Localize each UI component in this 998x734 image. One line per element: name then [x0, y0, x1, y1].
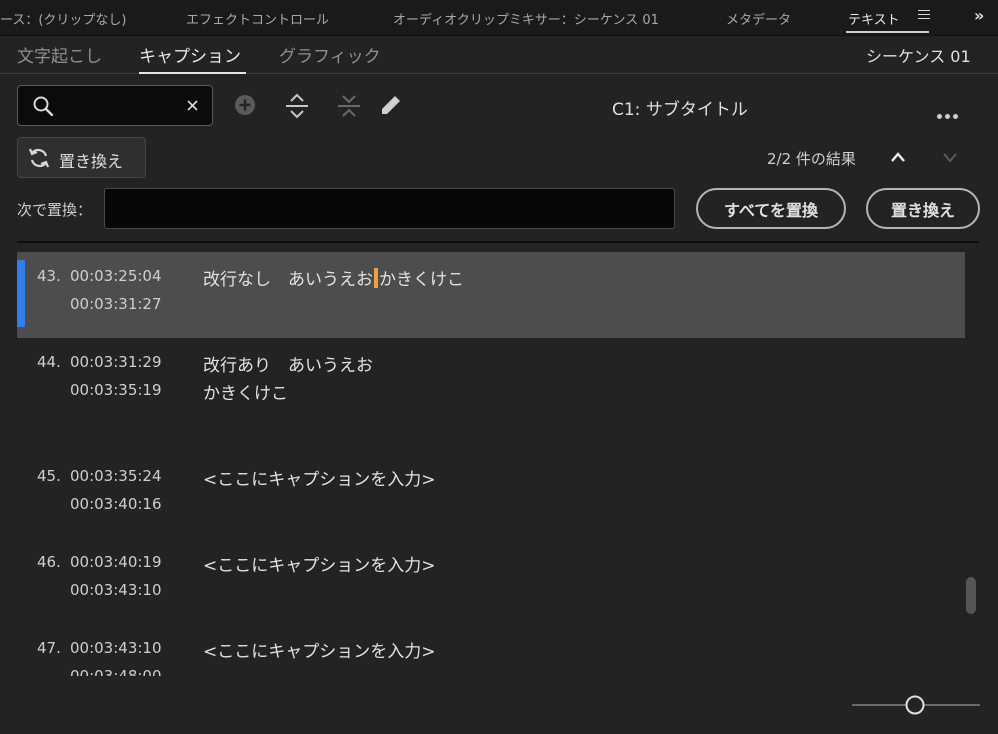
panel-tab-bar: ース：(クリップなし) エフェクトコントロール オーディオクリップミキサー：シー…: [0, 0, 998, 36]
caption-text-before-cursor: 改行なし あいうえお: [203, 270, 373, 290]
tab-text[interactable]: テキスト: [848, 9, 900, 28]
clear-icon[interactable]: [187, 100, 198, 111]
caption-number: 45.: [37, 467, 61, 485]
refresh-icon: [28, 148, 50, 168]
caption-out-time[interactable]: 00:03:35:19: [70, 381, 162, 399]
edit-pencil-icon[interactable]: [380, 94, 402, 116]
replace-with-input[interactable]: [104, 188, 675, 229]
replace-with-label: 次で置換：: [17, 201, 93, 219]
toggle-replace-label: 置き換え: [59, 152, 124, 171]
caption-in-time[interactable]: 00:03:43:10: [70, 639, 162, 657]
caption-in-time[interactable]: 00:03:35:24: [70, 467, 162, 485]
overflow-chevron-icon[interactable]: »: [974, 6, 984, 25]
merge-captions-icon[interactable]: [337, 93, 361, 119]
sequence-name: シーケンス 01: [866, 47, 971, 66]
caption-row-43[interactable]: 43. 00:03:25:04 00:03:31:27 改行なし あいうえお かき…: [17, 252, 965, 338]
active-tab-indicator: [846, 31, 929, 33]
active-subtab-indicator: [139, 72, 246, 74]
caption-text[interactable]: 改行あり あいうえお: [203, 351, 373, 376]
caption-in-time[interactable]: 00:03:31:29: [70, 353, 162, 371]
caption-out-time[interactable]: 00:03:40:16: [70, 495, 162, 513]
next-result-chevron-icon[interactable]: [943, 153, 957, 163]
caption-text[interactable]: <ここにキャプションを入力>: [203, 637, 436, 662]
caption-list: 43. 00:03:25:04 00:03:31:27 改行なし あいうえお かき…: [0, 252, 998, 676]
tab-graphics[interactable]: グラフィック: [279, 42, 381, 67]
caption-text[interactable]: <ここにキャプションを入力>: [203, 551, 436, 576]
caption-row-45[interactable]: 45. 00:03:35:24 00:03:40:16 <ここにキャプションを入…: [17, 452, 965, 538]
caption-track-label[interactable]: C1: サブタイトル: [612, 95, 748, 120]
more-options-icon[interactable]: [937, 104, 961, 123]
caption-text-after-cursor: かきくけこ: [379, 270, 464, 290]
text-panel-subtabs: 文字起こし キャプション グラフィック シーケンス 01: [0, 36, 998, 74]
add-caption-icon[interactable]: [234, 94, 256, 116]
caption-row-46[interactable]: 46. 00:03:40:19 00:03:43:10 <ここにキャプションを入…: [17, 538, 965, 624]
tab-transcript[interactable]: 文字起こし: [17, 42, 102, 67]
search-results-count: 2/2 件の結果: [767, 150, 856, 168]
caption-in-time[interactable]: 00:03:40:19: [70, 553, 162, 571]
caption-text[interactable]: <ここにキャプションを入力>: [203, 465, 436, 490]
caption-row-44[interactable]: 44. 00:03:31:29 00:03:35:19 改行あり あいうえお か…: [17, 338, 965, 424]
previous-result-chevron-icon[interactable]: [891, 152, 905, 162]
caption-out-time[interactable]: 00:03:48:00: [70, 667, 162, 676]
caption-in-time[interactable]: 00:03:25:04: [70, 267, 162, 285]
caption-number: 47.: [37, 639, 61, 657]
caption-text[interactable]: 改行なし あいうえお かきくけこ: [203, 265, 464, 290]
caption-list-scrollbar[interactable]: [966, 577, 976, 614]
text-cursor: [374, 268, 378, 288]
zoom-slider[interactable]: [852, 694, 980, 716]
replace-all-button[interactable]: すべてを置換: [696, 188, 846, 229]
caption-number: 46.: [37, 553, 61, 571]
tab-audio-clip-mixer[interactable]: オーディオクリップミキサー：シーケンス 01: [393, 9, 659, 28]
caption-out-time[interactable]: 00:03:31:27: [70, 295, 162, 313]
tab-metadata[interactable]: メタデータ: [726, 9, 791, 28]
search-field[interactable]: [17, 85, 213, 126]
caption-out-time[interactable]: 00:03:43:10: [70, 581, 162, 599]
tab-source[interactable]: ース：(クリップなし): [0, 9, 127, 28]
toggle-replace-button[interactable]: 置き換え: [17, 137, 146, 178]
caption-number: 43.: [37, 267, 61, 285]
tab-captions[interactable]: キャプション: [139, 42, 241, 67]
caption-row-47[interactable]: 47. 00:03:43:10 00:03:48:00 <ここにキャプションを入…: [17, 624, 965, 676]
divider: [17, 241, 979, 243]
replace-button[interactable]: 置き換え: [866, 188, 980, 229]
panel-menu-icon[interactable]: [918, 10, 930, 22]
split-caption-icon[interactable]: [285, 93, 309, 119]
caption-text-line2[interactable]: かきくけこ: [203, 379, 288, 404]
search-icon: [33, 96, 53, 116]
selection-indicator: [17, 260, 25, 327]
tab-effect-controls[interactable]: エフェクトコントロール: [186, 9, 329, 28]
caption-number: 44.: [37, 353, 61, 371]
